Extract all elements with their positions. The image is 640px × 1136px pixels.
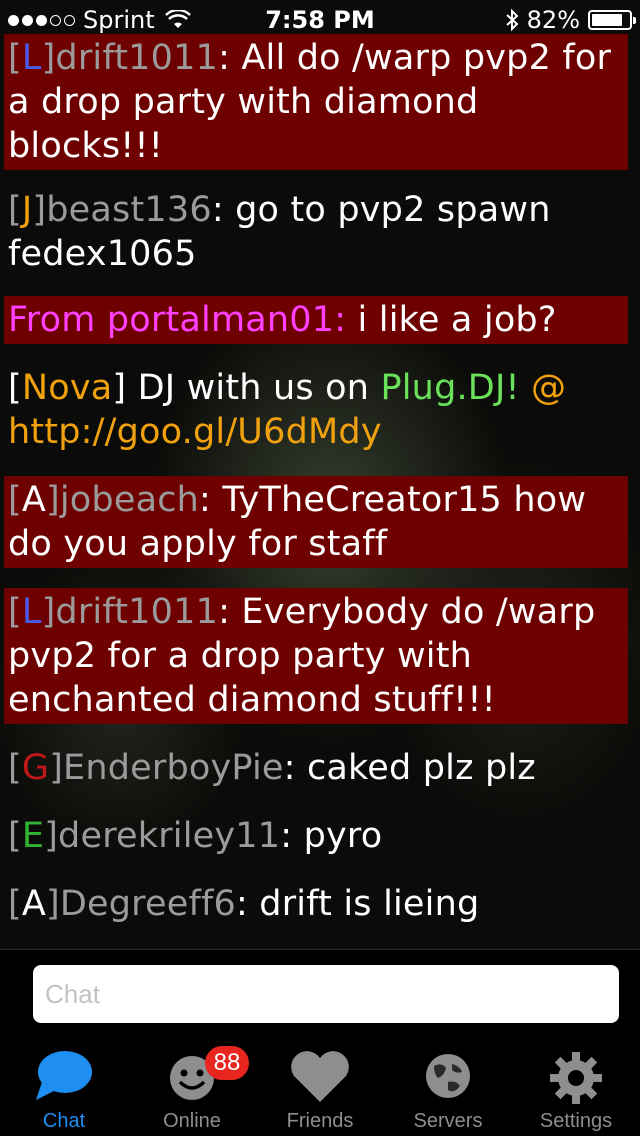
chat-message: [L]drift1011: Everybody do /warp pvp2 fo… (4, 588, 628, 724)
battery-icon (588, 10, 636, 30)
heart-icon (291, 1051, 349, 1102)
chat-input[interactable] (33, 965, 619, 1023)
online-count-badge: 88 (205, 1046, 249, 1080)
gear-icon (550, 1052, 602, 1104)
player-name: EnderboyPie (63, 748, 284, 788)
bluetooth-icon (505, 8, 519, 32)
tab-label: Settings (539, 1110, 613, 1132)
tab-label: Servers (413, 1110, 483, 1132)
tab-servers[interactable]: Servers (384, 1040, 512, 1136)
player-name: derekriley11 (58, 816, 281, 856)
chat-message: [A]Degreeff6: drift is lieing (8, 884, 480, 924)
chat-message: [E]derekriley11: pyro (8, 816, 383, 856)
battery-percent: 82% (526, 6, 580, 34)
tab-friends[interactable]: Friends (256, 1040, 384, 1136)
url-link[interactable]: http://goo.gl/U6dMdy (8, 412, 382, 452)
status-bar: Sprint 7:58 PM 82% (0, 0, 640, 40)
chat-message: [Nova] DJ with us on Plug.DJ! @ http://g… (8, 368, 567, 452)
tab-label: Online (163, 1110, 221, 1132)
player-name: beast136 (46, 190, 212, 230)
chat-bubble-icon (36, 1051, 92, 1100)
tab-settings[interactable]: Settings (512, 1040, 640, 1136)
tab-chat[interactable]: Chat (0, 1040, 128, 1136)
tab-bar: Chat 88 Online Friends Servers Settings (0, 1040, 640, 1136)
whisper-message: From portalman01: i like a job? (4, 296, 628, 344)
chat-input-bar (0, 950, 640, 1040)
chat-log[interactable]: [L]drift1011: All do /warp pvp2 for a dr… (0, 30, 640, 950)
tab-online[interactable]: 88 Online (128, 1040, 256, 1136)
chat-message: [L]drift1011: All do /warp pvp2 for a dr… (4, 34, 628, 170)
player-name: drift1011 (55, 592, 219, 632)
player-name: Degreeff6 (59, 884, 236, 924)
status-right: 82% (505, 6, 636, 34)
chat-message: [J]beast136: go to pvp2 spawn fedex1065 (8, 190, 551, 274)
globe-icon (426, 1054, 470, 1098)
player-name: drift1011 (55, 38, 219, 78)
chat-message: [A]jobeach: TyTheCreator15 how do you ap… (4, 476, 628, 568)
player-name: jobeach (59, 480, 200, 520)
chat-message: [G]EnderboyPie: caked plz plz (8, 748, 536, 788)
tab-label: Chat (42, 1110, 86, 1132)
tab-label: Friends (286, 1110, 354, 1132)
